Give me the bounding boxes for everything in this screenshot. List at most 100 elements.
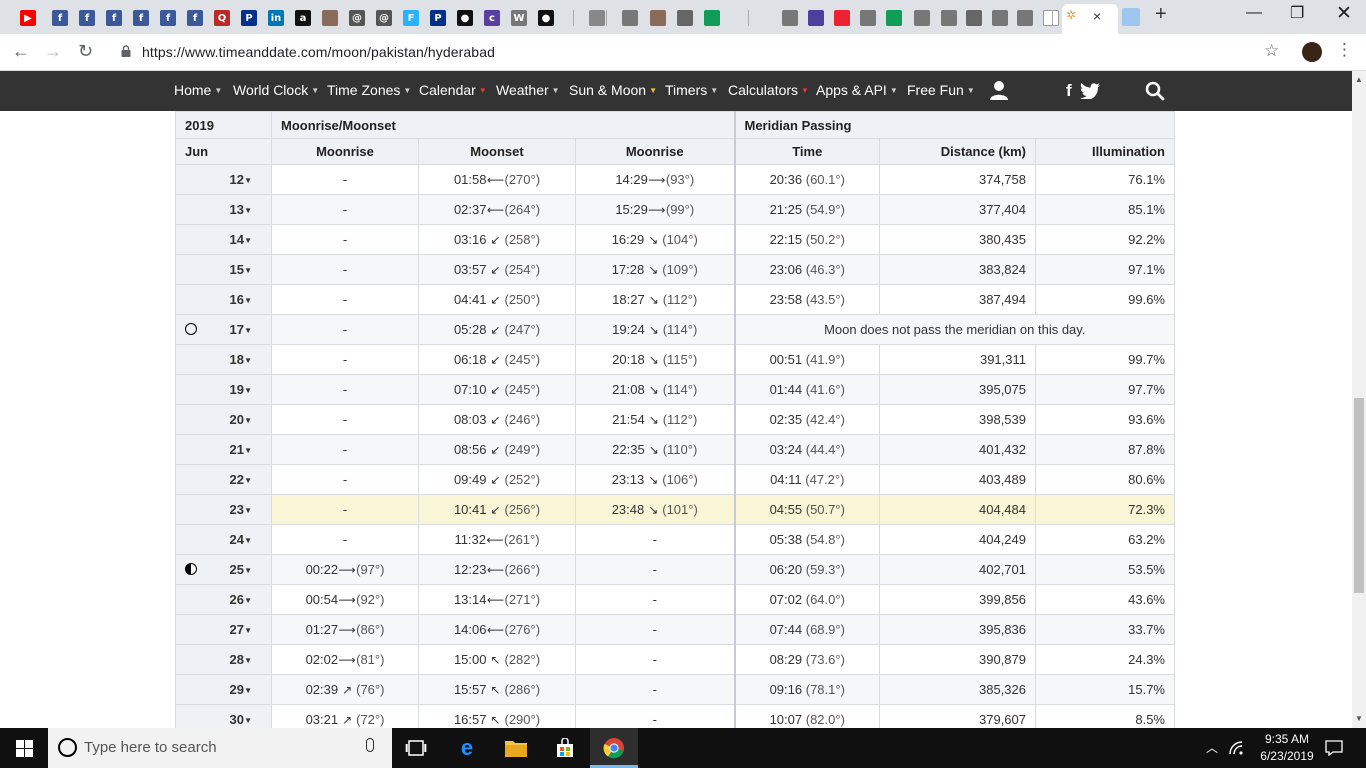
day-cell[interactable]: 27 ▼ [175,614,272,645]
nav-item-time-zones[interactable]: Time Zones ▼ [327,82,411,98]
taskbar-search-box[interactable]: Type here to search [48,728,392,768]
browser-tab[interactable] [700,6,724,30]
day-cell[interactable]: 29 ▼ [175,674,272,705]
reload-icon[interactable]: ↻ [78,41,93,62]
browser-tab[interactable]: f [102,6,126,30]
browser-tab[interactable] [673,6,697,30]
back-arrow-icon[interactable]: ← [12,41,30,62]
new-tab-button[interactable]: + [1155,3,1167,26]
day-cell[interactable]: 16 ▼ [175,284,272,315]
nav-item-timers[interactable]: Timers ▼ [665,82,718,98]
browser-tab[interactable]: a [291,6,315,30]
chrome-icon[interactable] [602,736,626,760]
nav-item-world-clock[interactable]: World Clock ▼ [233,82,319,98]
browser-tab[interactable]: ▶ [16,6,40,30]
nav-item-weather[interactable]: Weather ▼ [496,82,560,98]
browser-tab[interactable] [318,6,342,30]
page-scrollbar[interactable]: ▲ ▼ [1352,71,1366,728]
day-expand-caret-icon[interactable]: ▼ [244,176,252,185]
browser-tab[interactable] [830,6,854,30]
day-cell[interactable]: 22 ▼ [175,464,272,495]
system-clock[interactable]: 9:35 AM 6/23/2019 [1252,731,1322,765]
browser-tab[interactable] [910,6,934,30]
wifi-icon[interactable] [1229,741,1247,755]
nav-item-calendar[interactable]: Calendar ▼ [419,82,487,98]
day-expand-caret-icon[interactable]: ▼ [244,326,252,335]
browser-tab[interactable]: P [426,6,450,30]
day-cell[interactable]: 26 ▼ [175,584,272,615]
windows-start-icon[interactable] [16,740,33,757]
day-expand-caret-icon[interactable]: ▼ [244,266,252,275]
day-expand-caret-icon[interactable]: ▼ [244,716,252,725]
day-cell[interactable]: 15 ▼ [175,254,272,285]
browser-tab[interactable] [1013,6,1037,30]
browser-tab[interactable] [646,6,670,30]
day-expand-caret-icon[interactable]: ▼ [244,236,252,245]
browser-tab[interactable]: @ [372,6,396,30]
active-tab[interactable]: ✲ [1062,4,1118,34]
browser-menu-icon[interactable]: ⋮ [1336,40,1353,60]
file-explorer-icon[interactable] [504,736,528,760]
day-expand-caret-icon[interactable]: ▼ [244,566,252,575]
day-cell[interactable]: 12 ▼ [175,164,272,195]
day-expand-caret-icon[interactable]: ▼ [244,686,252,695]
browser-tab[interactable]: ● [453,6,477,30]
day-cell[interactable]: 24 ▼ [175,524,272,555]
day-expand-caret-icon[interactable]: ▼ [244,656,252,665]
browser-tab[interactable] [804,6,828,30]
microphone-icon[interactable] [366,738,374,752]
browser-tab[interactable]: Q [210,6,234,30]
browser-tab[interactable]: f [75,6,99,30]
account-icon[interactable] [989,80,1009,101]
day-cell[interactable]: 25 ▼ [175,554,272,585]
day-expand-caret-icon[interactable]: ▼ [244,626,252,635]
browser-tab[interactable]: c [480,6,504,30]
day-expand-caret-icon[interactable]: ▼ [244,206,252,215]
browser-tab[interactable] [962,6,986,30]
day-expand-caret-icon[interactable]: ▼ [244,536,252,545]
day-expand-caret-icon[interactable]: ▼ [244,356,252,365]
day-expand-caret-icon[interactable]: ▼ [244,476,252,485]
browser-tab[interactable]: f [183,6,207,30]
browser-tab[interactable]: F [399,6,423,30]
day-expand-caret-icon[interactable]: ▼ [244,596,252,605]
day-expand-caret-icon[interactable]: ▼ [244,416,252,425]
day-cell[interactable]: 23 ▼ [175,494,272,525]
day-cell[interactable]: 14 ▼ [175,224,272,255]
edge-browser-icon[interactable]: e [455,735,479,760]
notifications-icon[interactable] [1325,740,1343,756]
day-cell[interactable]: 18 ▼ [175,344,272,375]
nav-item-free-fun[interactable]: Free Fun ▼ [907,82,975,98]
twitter-icon[interactable] [1080,83,1100,99]
browser-tab[interactable] [856,6,880,30]
browser-tab[interactable]: W [507,6,531,30]
day-expand-caret-icon[interactable]: ▼ [244,386,252,395]
day-cell[interactable]: 17 ▼ [175,314,272,345]
show-hidden-icons-icon[interactable]: ︿ [1206,739,1218,756]
browser-tab[interactable]: f [48,6,72,30]
day-expand-caret-icon[interactable]: ▼ [244,446,252,455]
browser-tab[interactable] [778,6,802,30]
browser-tab[interactable] [882,6,906,30]
browser-tab[interactable]: ● [534,6,558,30]
url-field[interactable]: https://www.timeanddate.com/moon/pakista… [142,44,495,60]
day-expand-caret-icon[interactable]: ▼ [244,506,252,515]
browser-tab[interactable] [618,6,642,30]
scroll-down-icon[interactable]: ▼ [1355,714,1363,723]
forward-arrow-icon[interactable]: → [44,41,62,62]
nav-item-calculators[interactable]: Calculators ▼ [728,82,809,98]
browser-tab[interactable]: f [156,6,180,30]
store-icon[interactable] [553,736,577,760]
close-window-icon[interactable]: ✕ [1336,2,1352,25]
minimize-window-icon[interactable]: — [1246,4,1262,22]
restore-window-icon[interactable]: ❐ [1290,3,1304,23]
day-cell[interactable]: 28 ▼ [175,644,272,675]
bookmark-star-icon[interactable]: ☆ [1264,41,1279,61]
day-cell[interactable]: 21 ▼ [175,434,272,465]
scrollbar-thumb[interactable] [1354,398,1364,593]
day-cell[interactable]: 20 ▼ [175,404,272,435]
facebook-icon[interactable]: f [1066,81,1072,101]
browser-tab[interactable]: in [264,6,288,30]
day-expand-caret-icon[interactable]: ▼ [244,296,252,305]
nav-item-sun-moon[interactable]: Sun & Moon ▼ [569,82,657,98]
